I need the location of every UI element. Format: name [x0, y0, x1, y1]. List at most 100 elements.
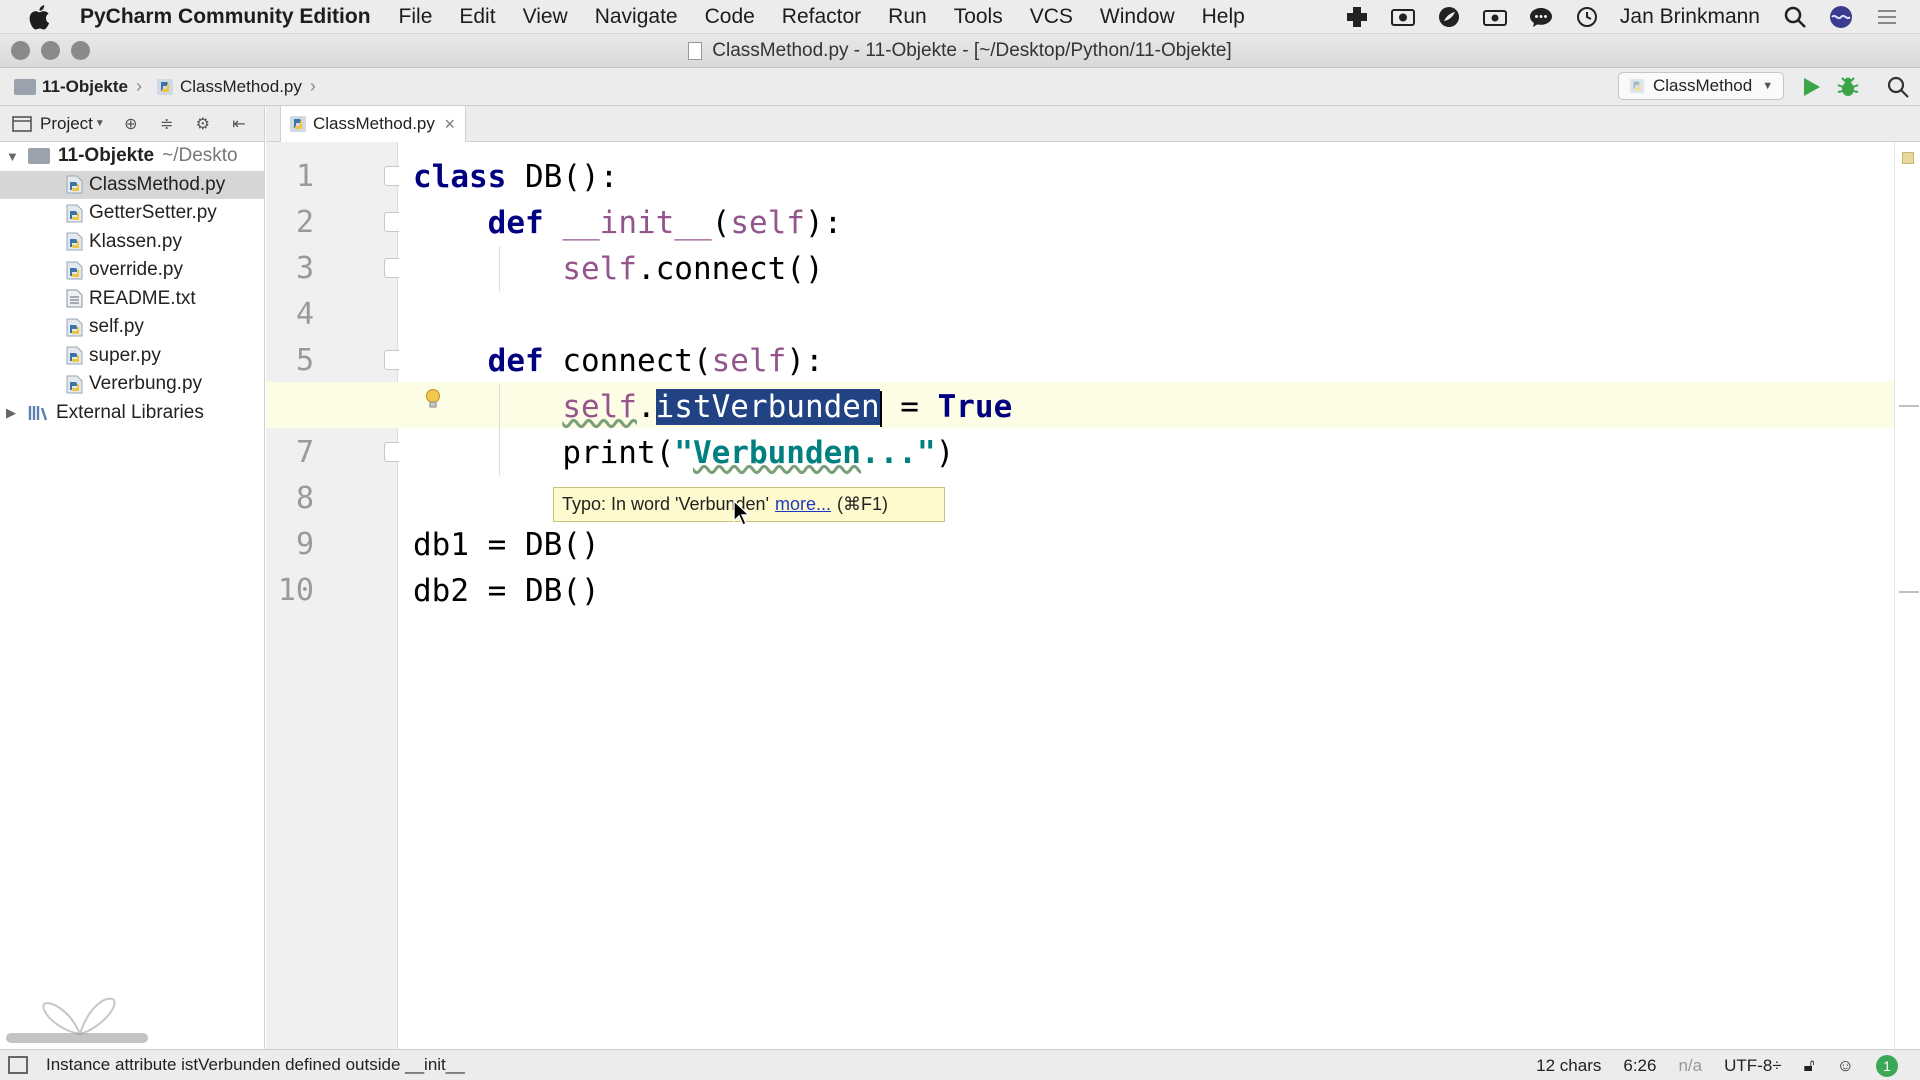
- menu-edit[interactable]: Edit: [459, 5, 495, 29]
- window-title-text: ClassMethod.py - 11-Objekte - [~/Desktop…: [712, 40, 1232, 61]
- selection-chars: 12 chars: [1536, 1055, 1602, 1075]
- tree-file-self[interactable]: self.py: [0, 313, 264, 342]
- python-file-icon: [66, 318, 83, 337]
- tree-file-classmethod[interactable]: ClassMethod.py: [0, 170, 264, 199]
- stripe-warning-mark[interactable]: [1899, 591, 1919, 593]
- tool-windows-toggle-icon[interactable]: [8, 1056, 28, 1074]
- menu-tools[interactable]: Tools: [954, 5, 1003, 29]
- spotlight-search-icon[interactable]: [1782, 4, 1808, 30]
- code-text: =: [881, 389, 938, 425]
- notification-center-icon[interactable]: [1874, 4, 1900, 30]
- chevron-down-icon[interactable]: ▼: [95, 118, 105, 129]
- tab-classmethod[interactable]: ClassMethod.py ×: [280, 106, 466, 142]
- lock-icon[interactable]: 🔓︎: [1804, 1056, 1815, 1076]
- caret-position[interactable]: 6:26: [1623, 1056, 1656, 1076]
- python-file-icon: [66, 261, 83, 280]
- code-self: self: [562, 389, 637, 425]
- chevron-right-icon: ›: [136, 76, 142, 96]
- tree-root-folder[interactable]: ▼ 11-Objekte ~/Deskto: [0, 142, 264, 171]
- tree-file-label: Vererbung.py: [89, 373, 203, 395]
- hide-panel-icon[interactable]: ⇤: [229, 114, 249, 134]
- menu-refactor[interactable]: Refactor: [782, 5, 861, 29]
- collapsed-arrow-icon[interactable]: ▶: [6, 405, 28, 421]
- gear-icon[interactable]: ⚙: [193, 114, 213, 134]
- menu-app-name[interactable]: PyCharm Community Edition: [80, 5, 371, 29]
- tree-file-label: Klassen.py: [89, 230, 182, 252]
- code-selection[interactable]: istVerbunden: [655, 389, 880, 425]
- chat-icon[interactable]: [1528, 4, 1554, 30]
- tree-file-label: README.txt: [89, 287, 196, 309]
- line-number: 1: [295, 159, 314, 194]
- code-line-1[interactable]: class DB():: [413, 154, 618, 200]
- tree-file-readme[interactable]: README.txt: [0, 285, 264, 314]
- close-icon[interactable]: ×: [444, 114, 455, 135]
- event-log-badge[interactable]: 1: [1876, 1054, 1898, 1077]
- tooltip-more-link[interactable]: more...: [775, 494, 831, 515]
- tree-file-vererbung[interactable]: Vererbung.py: [0, 370, 264, 399]
- line-number: 7: [295, 435, 314, 470]
- code-line-5[interactable]: def connect(self):: [413, 338, 824, 384]
- code-text: ):: [786, 343, 824, 379]
- tree-file-klassen[interactable]: Klassen.py: [0, 228, 264, 257]
- tree-file-super[interactable]: super.py: [0, 342, 264, 371]
- menu-help[interactable]: Help: [1202, 5, 1245, 29]
- breadcrumb-project[interactable]: 11-Objekte ›: [14, 76, 142, 97]
- lightbulb-icon[interactable]: [424, 388, 442, 412]
- project-view-label[interactable]: Project: [40, 114, 93, 134]
- python-file-icon: [66, 175, 83, 194]
- inspection-status-icon[interactable]: [1902, 152, 1914, 164]
- chevron-down-icon: ▼: [1762, 80, 1774, 92]
- code-line-2[interactable]: def __init__(self):: [413, 200, 843, 246]
- plus-cross-icon[interactable]: [1344, 4, 1370, 30]
- file-encoding[interactable]: UTF-8÷: [1724, 1056, 1782, 1076]
- collapse-all-icon[interactable]: ≑: [157, 114, 177, 134]
- menu-code[interactable]: Code: [705, 5, 755, 29]
- screen-record-icon[interactable]: [1390, 4, 1416, 30]
- code-dot: .: [636, 389, 656, 425]
- tooltip-shortcut: (⌘F1): [837, 494, 889, 514]
- code-line-6[interactable]: self.istVerbunden = True: [413, 384, 1012, 430]
- stripe-warning-mark[interactable]: [1899, 405, 1919, 407]
- code-paren: (: [711, 205, 731, 241]
- run-configuration-select[interactable]: ClassMethod ▼: [1618, 72, 1784, 100]
- apple-icon[interactable]: [28, 4, 56, 30]
- code-line-9[interactable]: db1 = DB(): [413, 522, 600, 568]
- expand-arrow-icon[interactable]: ▼: [6, 149, 28, 164]
- code-line-3[interactable]: self.connect(): [413, 246, 823, 292]
- code-text: ): [935, 435, 955, 471]
- error-stripe[interactable]: [1894, 142, 1920, 1049]
- code-keyword: def: [487, 343, 544, 379]
- tree-file-gettersetter[interactable]: GetterSetter.py: [0, 199, 264, 228]
- code-line-7[interactable]: print("Verbunden..."): [413, 430, 954, 476]
- code-line-10[interactable]: db2 = DB(): [413, 568, 600, 614]
- breadcrumb-file[interactable]: ClassMethod.py ›: [156, 76, 316, 97]
- menu-window[interactable]: Window: [1100, 5, 1175, 29]
- tree-file-override[interactable]: override.py: [0, 256, 264, 285]
- tree-root-name: 11-Objekte: [58, 145, 155, 167]
- leaf-icon[interactable]: [1436, 4, 1462, 30]
- menu-vcs[interactable]: VCS: [1030, 5, 1073, 29]
- menu-run[interactable]: Run: [888, 5, 927, 29]
- menu-file[interactable]: File: [399, 5, 433, 29]
- search-icon[interactable]: [1886, 75, 1910, 99]
- menu-view[interactable]: View: [523, 5, 568, 29]
- menu-navigate[interactable]: Navigate: [595, 5, 678, 29]
- code-text: print(: [562, 435, 675, 471]
- line-number: 8: [295, 481, 314, 516]
- python-file-icon: [66, 346, 83, 365]
- siri-icon[interactable]: [1828, 4, 1854, 30]
- inspector-icon[interactable]: ☺︎: [1837, 1056, 1854, 1076]
- tree-external-libraries[interactable]: ▶ External Libraries: [0, 399, 264, 428]
- user-name[interactable]: Jan Brinkmann: [1620, 5, 1760, 29]
- time-machine-icon[interactable]: [1574, 4, 1600, 30]
- locate-target-icon[interactable]: ⊕: [121, 114, 141, 134]
- code-editor[interactable]: class DB(): def __init__(self): self.con…: [266, 142, 1894, 1049]
- run-icon[interactable]: [1800, 76, 1822, 98]
- camera-icon[interactable]: [1482, 4, 1508, 30]
- line-number: 2: [295, 205, 314, 240]
- line-separator-indicator[interactable]: n/a: [1678, 1056, 1702, 1076]
- debug-bug-icon[interactable]: [1836, 75, 1860, 99]
